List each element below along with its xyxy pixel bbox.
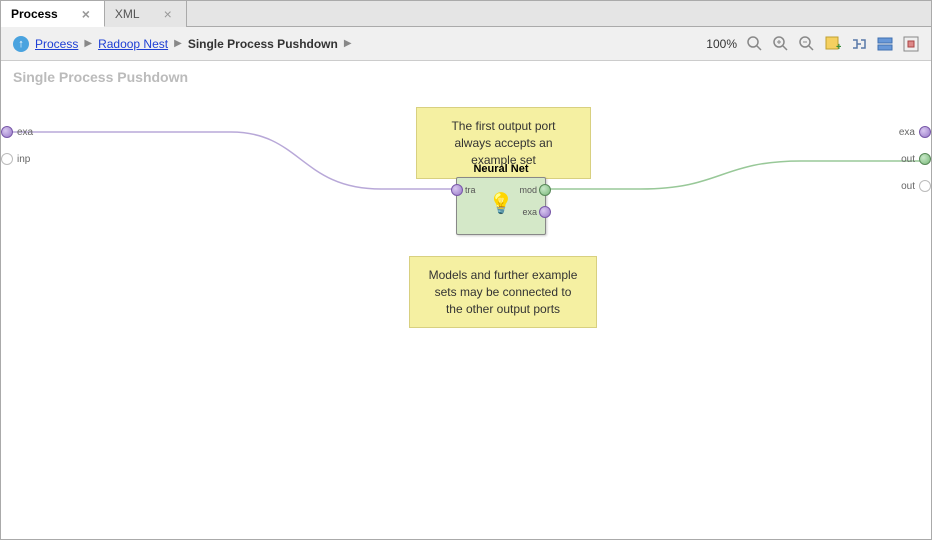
port-label: exa	[17, 127, 33, 138]
tab-xml[interactable]: XML ×	[105, 1, 187, 27]
output-port-out1[interactable]: out	[901, 153, 931, 165]
port-label: exa	[899, 127, 915, 138]
port-label: mod	[519, 185, 537, 195]
port-label: out	[901, 181, 915, 192]
close-icon[interactable]: ×	[78, 6, 94, 22]
port-circle-icon	[539, 206, 551, 218]
port-label: out	[901, 154, 915, 165]
lightbulb-icon: 💡	[489, 191, 514, 216]
canvas-title: Single Process Pushdown	[13, 69, 188, 85]
port-circle-icon	[919, 180, 931, 192]
tab-label: XML	[115, 7, 140, 21]
tab-bar: Process × XML ×	[1, 1, 931, 27]
fit-view-icon[interactable]	[903, 36, 919, 52]
port-label: exa	[522, 207, 537, 217]
output-port-exa[interactable]: exa	[899, 126, 931, 138]
breadcrumb-root[interactable]: Process	[35, 37, 78, 51]
port-label: inp	[17, 154, 30, 165]
breadcrumb-level1[interactable]: Radoop Nest	[98, 37, 168, 51]
annotation-note-bottom[interactable]: Models and further example sets may be c…	[409, 256, 597, 328]
operator-port-tra[interactable]: tra	[451, 184, 476, 196]
input-port-exa[interactable]: exa	[1, 126, 33, 138]
zoom-level: 100%	[706, 37, 737, 51]
close-icon[interactable]: ×	[160, 6, 176, 22]
port-label: tra	[465, 185, 476, 195]
chevron-right-icon: ▶	[174, 38, 182, 49]
port-circle-icon	[1, 126, 13, 138]
zoom-in-icon[interactable]	[773, 36, 789, 52]
toolbar: ↑ Process ▶ Radoop Nest ▶ Single Process…	[1, 27, 931, 61]
chevron-right-icon: ▶	[84, 38, 92, 49]
auto-wire-icon[interactable]	[851, 36, 867, 52]
tab-process[interactable]: Process ×	[1, 1, 105, 27]
operator-title: Neural Net	[456, 163, 546, 175]
breadcrumb: ↑ Process ▶ Radoop Nest ▶ Single Process…	[13, 36, 352, 52]
port-circle-icon	[919, 153, 931, 165]
port-circle-icon	[539, 184, 551, 196]
operator-neural-net[interactable]: Neural Net 💡 tra mod exa	[456, 163, 546, 235]
add-note-icon[interactable]: +	[825, 36, 841, 52]
input-port-inp[interactable]: inp	[1, 153, 30, 165]
zoom-reset-icon[interactable]	[747, 36, 763, 52]
output-port-out2[interactable]: out	[901, 180, 931, 192]
chevron-right-icon: ▶	[344, 38, 352, 49]
port-circle-icon	[1, 153, 13, 165]
operator-port-exa[interactable]: exa	[522, 206, 551, 218]
port-circle-icon	[451, 184, 463, 196]
breadcrumb-current: Single Process Pushdown	[188, 37, 338, 51]
arrange-icon[interactable]	[877, 36, 893, 52]
operator-body[interactable]: 💡 tra mod exa	[456, 177, 546, 235]
zoom-out-icon[interactable]	[799, 36, 815, 52]
operator-port-mod[interactable]: mod	[519, 184, 551, 196]
process-canvas[interactable]: Single Process Pushdown exa inp exa out …	[1, 61, 931, 539]
arrow-up-icon[interactable]: ↑	[13, 36, 29, 52]
tab-label: Process	[11, 7, 58, 21]
port-circle-icon	[919, 126, 931, 138]
toolbar-right: 100% +	[706, 36, 919, 52]
svg-text:+: +	[836, 42, 841, 52]
